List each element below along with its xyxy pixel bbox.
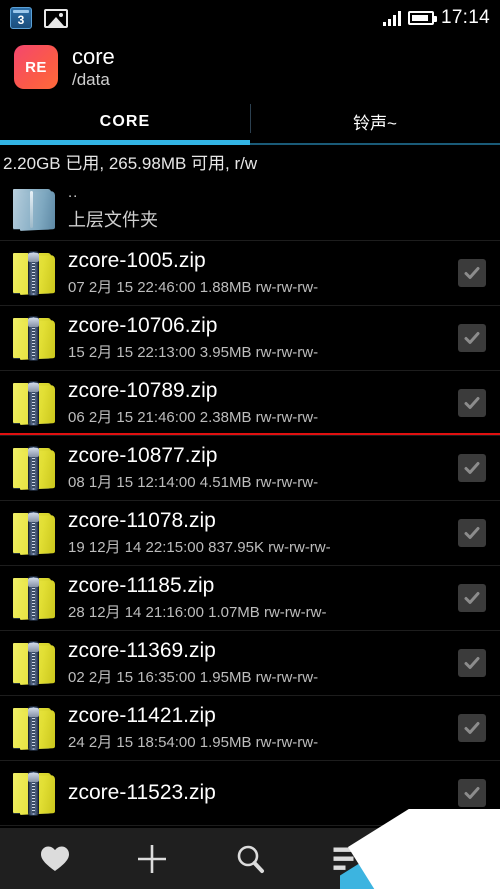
file-checkbox[interactable] [458, 714, 486, 742]
folder-icon [8, 187, 60, 231]
file-meta: zcore-11523.zip [60, 781, 458, 806]
file-checkbox[interactable] [458, 324, 486, 352]
plus-icon[interactable] [129, 836, 175, 882]
zip-folder-icon [8, 381, 60, 425]
file-info: 02 2月 15 16:35:00 1.95MB rw-rw-rw- [68, 669, 319, 687]
signal-bars-icon [382, 10, 401, 26]
storage-status: 2.20GB 已用, 265.98MB 可用, r/w [0, 145, 500, 177]
table-row[interactable]: zcore-11369.zip 02 2月 15 16:35:00 1.95MB … [0, 631, 500, 696]
tab-bar: CORE 铃声~ [0, 98, 500, 145]
file-name: zcore-11523.zip [68, 780, 216, 804]
zip-folder-icon [8, 576, 60, 620]
file-meta: zcore-11185.zip 28 12月 14 21:16:00 1.07MB… [60, 574, 458, 623]
status-bar-notifications: 3 [10, 7, 68, 29]
parent-folder-meta: .. 上层文件夹 [60, 185, 490, 232]
file-meta: zcore-10706.zip 15 2月 15 22:13:00 3.95MB … [60, 314, 458, 363]
app-header: RE core /data [0, 36, 500, 98]
table-row[interactable]: zcore-10789.zip 06 2月 15 21:46:00 2.38MB … [0, 371, 500, 436]
zip-folder-icon [8, 706, 60, 750]
file-name: zcore-11078.zip [68, 508, 216, 532]
calendar-badge: 3 [17, 13, 25, 27]
tab-ringtone-label: 铃声~ [353, 114, 397, 133]
file-checkbox[interactable] [458, 389, 486, 417]
file-checkbox[interactable] [458, 259, 486, 287]
tab-ringtone-indicator [250, 143, 500, 145]
file-list[interactable]: .. 上层文件夹 zcore-1005.zip 07 2月 15 22:46:00… [0, 177, 500, 828]
battery-icon [407, 11, 437, 25]
zip-folder-icon [8, 316, 60, 360]
parent-folder-subtitle: 上层文件夹 [68, 210, 158, 230]
file-meta: zcore-11078.zip 19 12月 14 22:15:00 837.95… [60, 509, 458, 558]
sort-icon[interactable] [325, 836, 371, 882]
file-checkbox[interactable] [458, 779, 486, 807]
table-row[interactable]: zcore-11185.zip 28 12月 14 21:16:00 1.07MB… [0, 566, 500, 631]
file-meta: zcore-10789.zip 06 2月 15 21:46:00 2.38MB … [60, 379, 458, 428]
file-info: 06 2月 15 21:46:00 2.38MB rw-rw-rw- [68, 409, 319, 427]
status-bar: 3 17:14 [0, 0, 500, 36]
app-title-block: core /data [72, 45, 115, 89]
file-name: zcore-10706.zip [68, 313, 218, 337]
file-name: zcore-1005.zip [68, 248, 206, 272]
list-item-parent-folder[interactable]: .. 上层文件夹 [0, 177, 500, 241]
table-row[interactable]: zcore-10877.zip 08 1月 15 12:14:00 4.51MB … [0, 436, 500, 501]
file-checkbox[interactable] [458, 519, 486, 547]
more-icon[interactable] [422, 836, 468, 882]
file-meta: zcore-11421.zip 24 2月 15 18:54:00 1.95MB … [60, 704, 458, 753]
calendar-icon: 3 [10, 7, 32, 29]
search-icon[interactable] [227, 836, 273, 882]
table-row[interactable]: zcore-11421.zip 24 2月 15 18:54:00 1.95MB … [0, 696, 500, 761]
tab-ringtone[interactable]: 铃声~ [250, 98, 500, 145]
file-info: 15 2月 15 22:13:00 3.95MB rw-rw-rw- [68, 344, 319, 362]
app-logo: RE [14, 45, 58, 89]
parent-folder-name: .. [68, 184, 79, 201]
zip-folder-icon [8, 251, 60, 295]
file-info: 19 12月 14 22:15:00 837.95K rw-rw-rw- [68, 539, 331, 557]
image-icon [44, 8, 68, 28]
tab-core[interactable]: CORE [0, 98, 250, 145]
breadcrumb-path: /data [72, 69, 110, 89]
table-row[interactable]: zcore-11078.zip 19 12月 14 22:15:00 837.95… [0, 501, 500, 566]
file-name: zcore-11185.zip [68, 573, 215, 597]
red-annotation-line [0, 433, 500, 435]
table-row[interactable]: zcore-1005.zip 07 2月 15 22:46:00 1.88MB r… [0, 241, 500, 306]
tab-core-label: CORE [99, 112, 151, 130]
file-name: zcore-11421.zip [68, 703, 216, 727]
status-bar-system: 17:14 [382, 7, 490, 29]
table-row[interactable]: zcore-10706.zip 15 2月 15 22:13:00 3.95MB … [0, 306, 500, 371]
zip-folder-icon [8, 641, 60, 685]
table-row[interactable]: zcore-11523.zip [0, 761, 500, 826]
page-title: core [72, 44, 115, 70]
bottom-toolbar [0, 828, 500, 889]
file-meta: zcore-11369.zip 02 2月 15 16:35:00 1.95MB … [60, 639, 458, 688]
heart-icon[interactable] [32, 836, 78, 882]
tab-core-indicator [0, 140, 250, 145]
file-meta: zcore-1005.zip 07 2月 15 22:46:00 1.88MB r… [60, 249, 458, 298]
file-checkbox[interactable] [458, 649, 486, 677]
zip-folder-icon [8, 771, 60, 815]
file-checkbox[interactable] [458, 584, 486, 612]
clock: 17:14 [440, 7, 490, 28]
file-info: 08 1月 15 12:14:00 4.51MB rw-rw-rw- [68, 474, 319, 492]
zip-folder-icon [8, 511, 60, 555]
file-meta: zcore-10877.zip 08 1月 15 12:14:00 4.51MB … [60, 444, 458, 493]
file-name: zcore-11369.zip [68, 638, 216, 662]
file-name: zcore-10789.zip [68, 378, 218, 402]
file-checkbox[interactable] [458, 454, 486, 482]
file-info: 24 2月 15 18:54:00 1.95MB rw-rw-rw- [68, 734, 319, 752]
file-name: zcore-10877.zip [68, 443, 218, 467]
file-info: 07 2月 15 22:46:00 1.88MB rw-rw-rw- [68, 279, 319, 297]
zip-folder-icon [8, 446, 60, 490]
file-info: 28 12月 14 21:16:00 1.07MB rw-rw-rw- [68, 604, 327, 622]
